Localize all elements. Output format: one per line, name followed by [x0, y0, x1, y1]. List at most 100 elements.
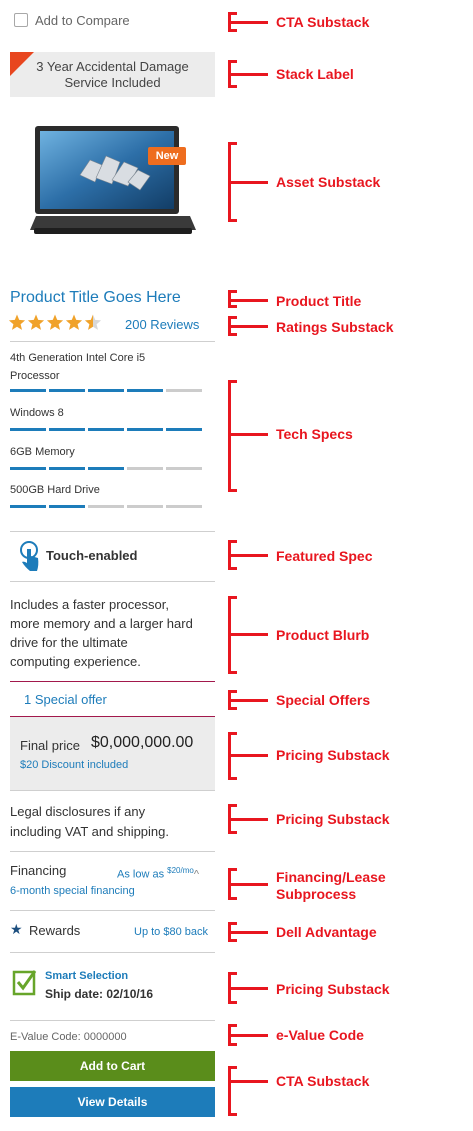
- spec-level-segment: [127, 467, 163, 470]
- rating-stars-icon: [8, 314, 102, 330]
- annotation-bracket-tick: [228, 290, 237, 293]
- stack-label-line2: Service Included: [64, 75, 161, 90]
- final-price-value: $0,000,000.00: [91, 734, 194, 751]
- annotation-bracket-tick: [228, 671, 237, 674]
- add-to-cart-button[interactable]: Add to Cart: [10, 1051, 215, 1081]
- touch-hand-icon: [20, 541, 39, 571]
- annotation-bracket-tick: [228, 60, 237, 63]
- annotation-bracket-tick: [228, 567, 237, 570]
- rewards-value-link[interactable]: Up to $80 back: [134, 926, 208, 938]
- annotation-bracket-tick: [228, 219, 237, 222]
- annotation-label: Tech Specs: [276, 426, 353, 442]
- annotation-bracket-tick: [228, 380, 237, 383]
- annotation-bracket-tick: [228, 707, 237, 710]
- compare-label[interactable]: Add to Compare: [35, 13, 130, 28]
- annotation-arm: [228, 299, 268, 302]
- annotation-bracket-tick: [228, 1066, 237, 1069]
- annotation-label: Financing/Lease: [276, 869, 386, 885]
- annotation-bracket-tick: [228, 85, 237, 88]
- rating-star-icon: [65, 314, 83, 330]
- annotation-arm: [228, 931, 268, 934]
- blurb-line: Includes a faster processor,: [10, 597, 169, 612]
- legal-disclosure: Legal disclosures if any including VAT a…: [10, 802, 169, 842]
- annotation-arm: [228, 818, 268, 821]
- blurb-line: computing experience.: [10, 654, 141, 669]
- spec-level-segment: [127, 505, 163, 508]
- final-price-label: Final price: [20, 738, 80, 753]
- annotation-arm: [228, 699, 268, 702]
- annotation-label: Subprocess: [276, 886, 357, 902]
- annotation-label: Dell Advantage: [276, 924, 377, 940]
- annotation-arm: [228, 883, 268, 886]
- annotation-arm: [228, 21, 268, 24]
- special-financing-link[interactable]: 6-month special financing: [10, 885, 135, 897]
- annotation-bracket-tick: [228, 897, 237, 900]
- annotation-bracket-tick: [228, 489, 237, 492]
- annotation-bracket: [228, 1066, 231, 1116]
- annotation-arm: [228, 1034, 268, 1037]
- financing-as-low: As low as: [117, 868, 168, 881]
- rewards-label: Rewards: [29, 923, 81, 938]
- annotation-bracket-tick: [228, 12, 237, 15]
- compare-checkbox[interactable]: [14, 13, 28, 27]
- featured-spec-label: Touch-enabled: [46, 548, 138, 563]
- annotation-bracket-tick: [228, 29, 237, 32]
- annotation-arm: [228, 181, 268, 184]
- spec-level-segment: [166, 467, 202, 470]
- spec-level-segment: [49, 467, 85, 470]
- annotation-bracket-tick: [228, 1024, 237, 1027]
- annotation-bracket-tick: [228, 316, 237, 319]
- product-title[interactable]: Product Title Goes Here: [10, 289, 181, 307]
- legal-line: including VAT and shipping.: [10, 824, 169, 839]
- annotation-bracket-tick: [228, 540, 237, 543]
- legal-line: Legal disclosures if any: [10, 804, 146, 819]
- annotation-bracket-tick: [228, 142, 237, 145]
- view-details-button[interactable]: View Details: [10, 1087, 215, 1117]
- product-blurb: Includes a faster processor, more memory…: [10, 595, 220, 671]
- annotation-label: Special Offers: [276, 692, 371, 708]
- annotation-arm: [228, 633, 268, 636]
- annotation-bracket-tick: [228, 777, 237, 780]
- spec-level-segment: [127, 428, 163, 431]
- smart-selection-title[interactable]: Smart Selection: [45, 970, 128, 982]
- blurb-line: drive for the ultimate: [10, 635, 128, 650]
- annotation-bracket-tick: [228, 972, 237, 975]
- new-badge: New: [155, 150, 179, 162]
- annotation-label: Product Title: [276, 293, 362, 309]
- spec-level-segment: [49, 389, 85, 392]
- annotation-label: Asset Substack: [276, 174, 381, 190]
- reviews-link[interactable]: 200 Reviews: [125, 317, 199, 332]
- blurb-line: more memory and a larger hard: [10, 616, 193, 631]
- tech-spec-label: 4th Generation Intel Core i5: [10, 352, 146, 364]
- rating-star-icon: [46, 314, 64, 330]
- annotation-arm: [228, 433, 268, 436]
- annotation-label: Product Blurb: [276, 627, 370, 643]
- financing-rate[interactable]: As low as $20/mo^: [117, 866, 199, 881]
- tech-spec-label: 500GB Hard Drive: [10, 484, 100, 496]
- product-card: Add to Compare 3 Year Accidental Damage …: [0, 0, 220, 1131]
- annotation-label: CTA Substack: [276, 1073, 370, 1089]
- annotation-label: Ratings Substack: [276, 319, 394, 335]
- annotation-arm: [228, 754, 268, 757]
- tech-spec-label-line2: Processor: [10, 370, 60, 382]
- annotation-bracket-tick: [228, 732, 237, 735]
- rating-star-icon: [8, 314, 26, 330]
- annotation-bracket-tick: [228, 305, 237, 308]
- laptop-image[interactable]: [30, 120, 200, 245]
- special-offer-link[interactable]: 1 Special offer: [24, 692, 107, 707]
- financing-caret-icon: ^: [193, 868, 199, 881]
- spec-level-segment: [10, 467, 46, 470]
- stack-label: 3 Year Accidental Damage Service Include…: [10, 52, 215, 97]
- annotation-bracket-tick: [228, 1113, 237, 1116]
- spec-level-segment: [10, 428, 46, 431]
- annotation-bracket-tick: [228, 690, 237, 693]
- tech-spec-label: 6GB Memory: [10, 446, 75, 458]
- financing-amount: $20/mo: [167, 866, 194, 875]
- spec-level-segment: [10, 505, 46, 508]
- annotation-label: Pricing Substack: [276, 981, 390, 997]
- evalue-code: E-Value Code: 0000000: [10, 1031, 127, 1043]
- discount-link[interactable]: $20 Discount included: [20, 759, 128, 771]
- annotation-arm: [228, 554, 268, 557]
- annotation-bracket-tick: [228, 596, 237, 599]
- annotation-arm: [228, 73, 268, 76]
